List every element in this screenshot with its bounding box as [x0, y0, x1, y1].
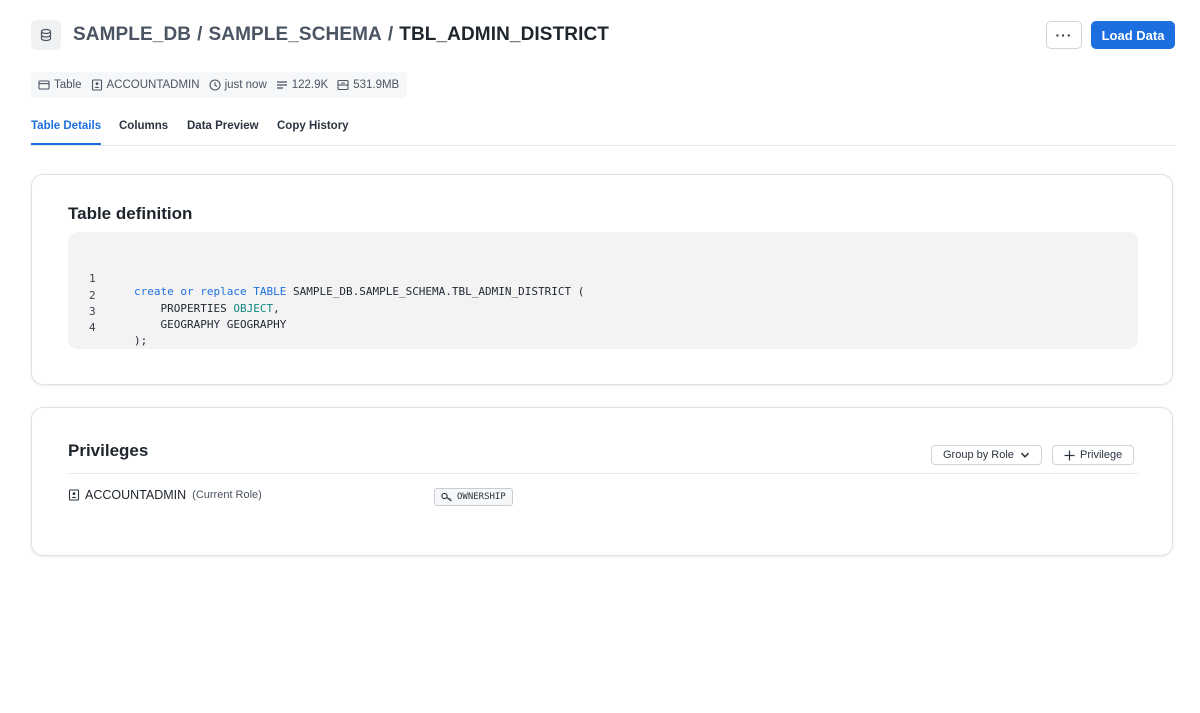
privileges-card: Privileges Group by Role Privilege ACCOU… — [31, 407, 1173, 556]
table-metadata: Table ACCOUNTADMIN just now 122.9K 531.9… — [31, 72, 408, 98]
database-icon — [31, 20, 61, 50]
table-definition-card: Table definition 1 create or replace TAB… — [31, 174, 1173, 385]
tab-copy-history[interactable]: Copy History — [277, 118, 349, 144]
meta-rows-label: 122.9K — [291, 79, 329, 91]
role-row: ACCOUNTADMIN (Current Role) — [68, 488, 262, 502]
page-title: TBL_ADMIN_DISTRICT — [399, 24, 610, 45]
privileges-divider — [68, 473, 1138, 474]
group-by-role-dropdown[interactable]: Group by Role — [931, 445, 1042, 465]
code-line: 3 GEOGRAPHY GEOGRAPHY — [68, 292, 286, 331]
group-by-role-label: Group by Role — [943, 449, 1014, 461]
meta-type: Table — [38, 79, 82, 91]
sql-keyword: or — [180, 285, 194, 298]
add-privilege-button[interactable]: Privilege — [1052, 445, 1135, 465]
rows-icon — [276, 81, 287, 89]
code-text: create or replace TABLE SAMPLE_DB.SAMPLE… — [134, 285, 584, 298]
sql-text: SAMPLE_DB.SAMPLE_SCHEMA.TBL_ADMIN_DISTRI… — [286, 285, 585, 298]
breadcrumb-database[interactable]: SAMPLE_DB — [73, 24, 191, 45]
page-header: SAMPLE_DB / SAMPLE_SCHEMA / TBL_ADMIN_DISTRI… — [31, 20, 1175, 52]
tab-data-preview[interactable]: Data Preview — [187, 118, 259, 144]
meta-updated: just now — [209, 79, 267, 91]
sql-type: OBJECT — [233, 302, 274, 315]
sql-column: PROPERTIES — [160, 302, 227, 315]
sql-punctuation: , — [273, 302, 280, 315]
breadcrumb-separator: / — [197, 24, 203, 45]
plus-icon — [1064, 450, 1075, 460]
code-line: 2 PROPERTIES OBJECT, — [68, 276, 280, 315]
role-name: ACCOUNTADMIN — [85, 488, 187, 502]
tab-table-details[interactable]: Table Details — [31, 118, 102, 145]
sql-keyword: create — [134, 285, 174, 298]
meta-owner-label: ACCOUNTADMIN — [106, 79, 200, 91]
code-line: 1 create or replace TABLE SAMPLE_DB.SAMP… — [68, 259, 584, 298]
ownership-badge: OWNERSHIP — [434, 488, 513, 506]
current-role-note: (Current Role) — [192, 489, 262, 501]
breadcrumb-separator: / — [387, 24, 394, 45]
key-icon — [441, 492, 452, 502]
sql-code-block[interactable]: 1 create or replace TABLE SAMPLE_DB.SAMP… — [68, 232, 1138, 349]
load-data-button[interactable]: Load Data — [1091, 21, 1175, 49]
code-text: ); — [134, 334, 148, 347]
chevron-down-icon — [1020, 452, 1029, 458]
role-icon — [68, 489, 80, 501]
meta-size: 531.9MB — [337, 79, 399, 91]
meta-updated-label: just now — [224, 79, 267, 91]
sql-keyword: TABLE — [253, 285, 287, 298]
meta-size-label: 531.9MB — [353, 79, 400, 91]
code-line: 4 ); — [68, 308, 147, 347]
table-definition-title: Table definition — [68, 204, 193, 223]
meta-owner: ACCOUNTADMIN — [91, 79, 200, 91]
clock-icon — [209, 79, 221, 91]
code-text: GEOGRAPHY GEOGRAPHY — [134, 318, 287, 331]
table-icon — [38, 80, 50, 90]
role-icon — [91, 79, 102, 91]
breadcrumb: SAMPLE_DB / SAMPLE_SCHEMA / TBL_ADMIN_DISTRI… — [73, 23, 609, 47]
ownership-label: OWNERSHIP — [457, 492, 506, 502]
sql-keyword: replace — [200, 285, 247, 298]
meta-type-label: Table — [54, 79, 82, 91]
line-number: 4 — [89, 321, 96, 334]
tab-columns[interactable]: Columns — [119, 118, 168, 144]
meta-rows: 122.9K — [276, 79, 328, 91]
breadcrumb-schema[interactable]: SAMPLE_SCHEMA — [208, 24, 381, 45]
more-actions-button[interactable]: ··· — [1046, 21, 1082, 49]
tab-bar: Table Details Columns Data Preview Copy … — [31, 118, 1175, 146]
storage-icon — [337, 79, 349, 91]
add-privilege-label: Privilege — [1080, 449, 1123, 461]
privileges-title: Privileges — [68, 441, 149, 460]
code-text: PROPERTIES OBJECT, — [134, 302, 280, 315]
